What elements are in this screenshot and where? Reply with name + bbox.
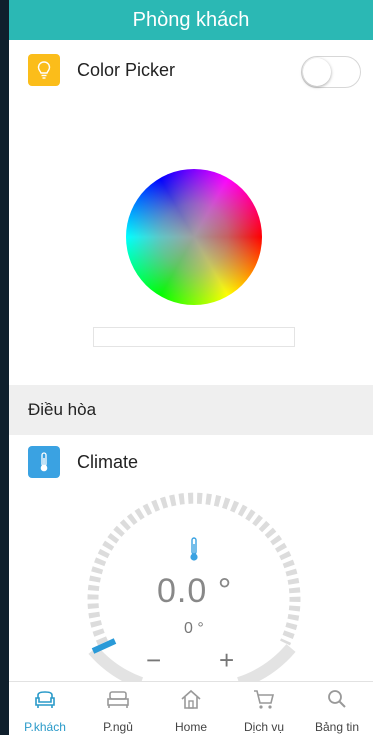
tab-p-ngu[interactable]: P.ngủ [82, 682, 154, 735]
color-value-field[interactable] [93, 327, 295, 347]
tab-home[interactable]: Home [155, 682, 227, 735]
secondary-temperature: 0 ° [184, 620, 204, 637]
tab-bang-tin[interactable]: Bảng tin [301, 682, 373, 735]
sofa-icon [35, 691, 55, 708]
home-icon [181, 689, 201, 709]
section-title: Điều hòa [28, 400, 97, 419]
increase-button[interactable]: + [219, 645, 234, 676]
tab-label: Home [174, 720, 207, 734]
thermometer-icon [28, 446, 60, 478]
page-title: Phòng khách [9, 0, 373, 40]
tab-label: Bảng tin [314, 720, 360, 734]
color-picker-label: Color Picker [77, 60, 176, 80]
color-picker-toggle[interactable] [301, 56, 361, 88]
decrease-button[interactable]: − [146, 645, 161, 676]
lightbulb-icon [28, 54, 60, 86]
tab-label: P.khách [24, 720, 66, 734]
tab-dich-vu[interactable]: Dịch vụ [228, 682, 300, 735]
climate-label: Climate [77, 452, 139, 472]
climate-row: Climate [9, 440, 373, 484]
bed-icon [107, 691, 129, 708]
color-wheel[interactable] [126, 169, 262, 305]
search-icon [328, 690, 346, 708]
temperature-value: 0.0 ° [157, 572, 233, 610]
tab-label: Dịch vụ [243, 720, 284, 734]
app-screen: Phòng khách Color Picker Điều hòa Climat… [9, 0, 373, 735]
dial-thermometer-icon [190, 537, 198, 561]
tab-p-khach[interactable]: P.khách [9, 682, 81, 735]
section-header: Điều hòa [9, 385, 373, 435]
bottom-tab-bar: P.khách P.ngủ Home Dịch vụ Bảng tin [9, 681, 373, 735]
toggle-knob [303, 58, 331, 86]
cart-icon [254, 690, 275, 709]
tab-label: P.ngủ [103, 720, 133, 734]
